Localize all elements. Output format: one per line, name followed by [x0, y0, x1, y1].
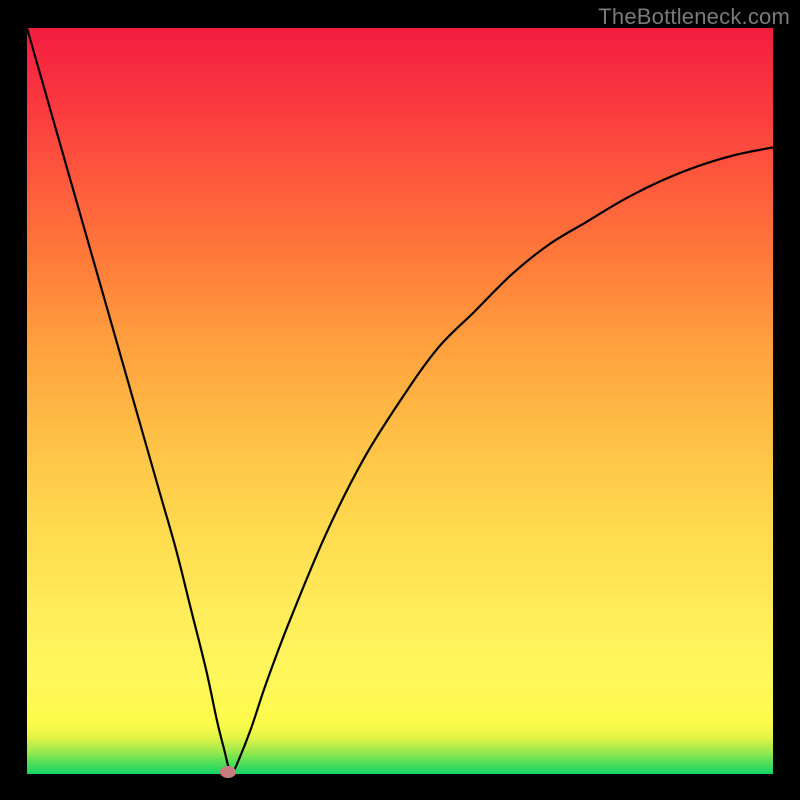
curve-minimum-marker: [220, 766, 236, 778]
chart-frame: TheBottleneck.com: [0, 0, 800, 800]
watermark-text: TheBottleneck.com: [598, 4, 790, 30]
chart-plot-area: [27, 28, 773, 774]
